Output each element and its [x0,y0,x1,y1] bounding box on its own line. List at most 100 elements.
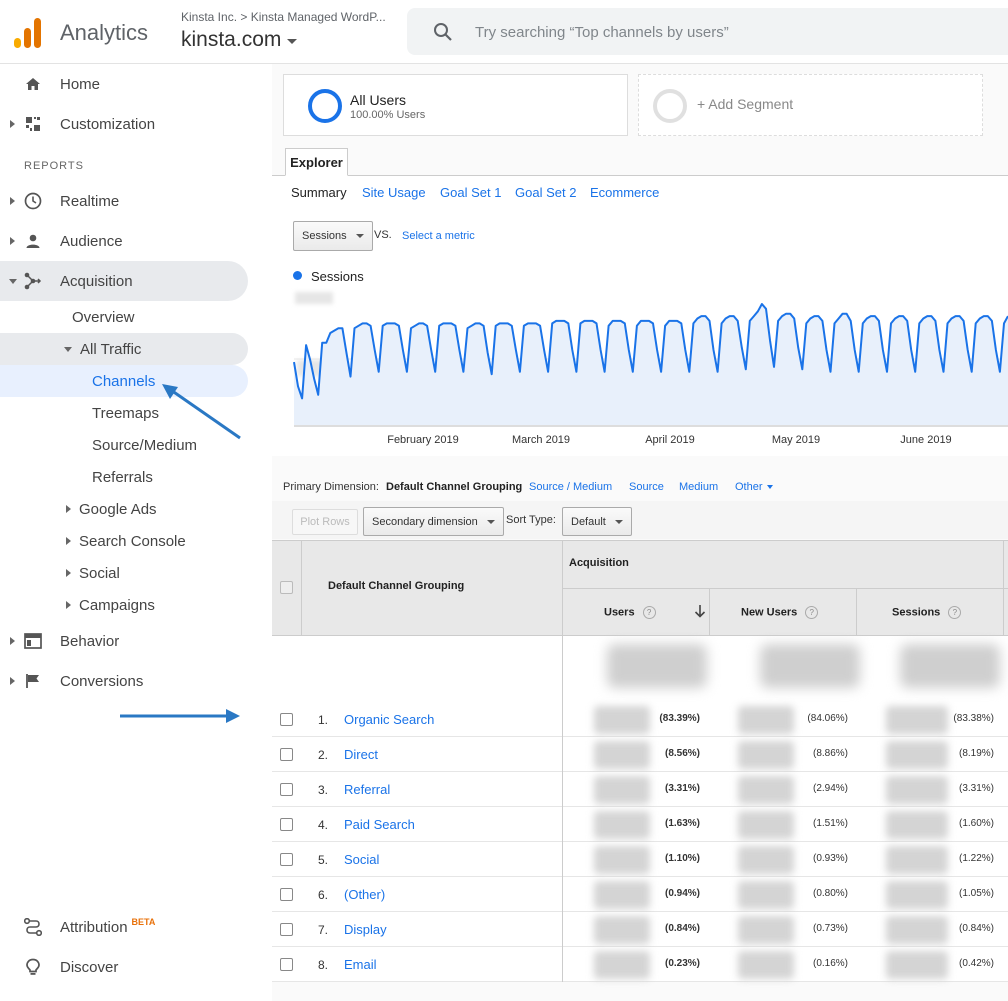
channel-link[interactable]: Paid Search [344,817,415,832]
sort-type-select[interactable]: Default [562,507,632,536]
row-checkbox[interactable] [280,713,293,726]
sort-type-value: Default [571,515,606,528]
sidebar-item-acquisition[interactable]: Acquisition [0,264,248,298]
sidebar-item-customization[interactable]: Customization [0,107,248,141]
new-users-percentage: (84.06%) [807,713,848,724]
channel-link[interactable]: Organic Search [344,712,434,727]
dimension-source[interactable]: Source [629,481,664,493]
flag-icon [24,672,42,690]
row-checkbox[interactable] [280,783,293,796]
channel-link[interactable]: Social [344,852,379,867]
dimension-other-label: Other [735,481,763,493]
expand-icon [10,197,15,205]
channel-link[interactable]: Direct [344,747,378,762]
lightbulb-icon [24,958,42,976]
sidebar-item-social[interactable]: Social [66,558,120,588]
divider [562,636,563,702]
channel-link[interactable]: Email [344,957,377,972]
blurred-new-users-value [738,776,794,804]
sidebar-item-home[interactable]: Home [0,67,248,101]
column-users[interactable]: Users? [604,606,656,619]
expand-icon [10,237,15,245]
account-breadcrumb[interactable]: Kinsta Inc. > Kinsta Managed WordP... [181,10,386,24]
help-icon[interactable]: ? [805,606,819,619]
x-tick-label: June 2019 [900,434,951,446]
search-placeholder: Try searching “Top channels by users” [475,24,729,41]
row-number: 5. [318,853,329,867]
row-number: 8. [318,958,329,972]
blurred-users-value [594,916,650,944]
new-users-percentage: (2.94%) [812,783,848,794]
sidebar-item-label: Realtime [60,192,120,210]
dimension-source-medium[interactable]: Source / Medium [529,481,612,493]
expand-icon [10,120,15,128]
select-all-checkbox[interactable] [280,581,293,594]
sessions-percentage: (1.60%) [958,818,994,829]
row-checkbox[interactable] [280,748,293,761]
chevron-down-icon [486,519,495,524]
sidebar-item-label: Audience [60,232,123,250]
dimension-other[interactable]: Other [735,481,773,493]
channel-link[interactable]: Referral [344,782,390,797]
column-sessions-label: Sessions [892,606,941,619]
sidebar-item-campaigns[interactable]: Campaigns [66,590,155,620]
sidebar-item-all-traffic[interactable]: All Traffic [64,334,141,364]
channel-link[interactable]: (Other) [344,887,385,902]
divider [562,947,563,982]
sidebar-item-referrals[interactable]: Referrals [92,462,153,492]
divider [562,772,563,807]
help-icon[interactable]: ? [642,606,656,619]
sidebar-item-behavior[interactable]: Behavior [0,624,248,658]
sidebar-item-channels[interactable]: Channels [92,366,155,396]
sidebar-item-google-ads[interactable]: Google Ads [66,494,157,524]
expand-icon [10,637,15,645]
search-input[interactable]: Try searching “Top channels by users” [407,8,1008,55]
blurred-total-users [607,644,707,688]
table-row: 8. Email (0.23%) (0.16%) (0.42%) [272,947,1008,982]
dimension-medium[interactable]: Medium [679,481,718,493]
row-checkbox[interactable] [280,923,293,936]
sessions-percentage: (1.05%) [958,888,994,899]
sort-type-label: Sort Type: [506,514,556,526]
sidebar-item-search-console[interactable]: Search Console [66,526,186,556]
sidebar-item-attribution[interactable]: Attribution BETA [0,910,248,944]
sidebar-item-audience[interactable]: Audience [0,224,248,258]
property-selector[interactable]: kinsta.com [181,28,298,52]
blurred-users-value [594,741,650,769]
sidebar-item-discover[interactable]: Discover [0,950,248,984]
dimension-column-header[interactable]: Default Channel Grouping [328,580,464,592]
divider [562,807,563,842]
analytics-logo[interactable] [14,16,42,48]
blurred-sessions-value [886,916,948,944]
acquisition-icon [24,272,42,290]
table-row: 6. (Other) (0.94%) (0.80%) (1.05%) [272,877,1008,912]
divider [562,702,563,737]
sessions-percentage: (83.38%) [953,713,994,724]
table-row: 2. Direct (8.56%) (8.86%) (8.19%) [272,737,1008,772]
sidebar-item-conversions[interactable]: Conversions [0,664,248,698]
help-icon[interactable]: ? [948,606,962,619]
row-checkbox[interactable] [280,888,293,901]
top-bar: Analytics Kinsta Inc. > Kinsta Managed W… [0,0,1008,64]
column-new-users[interactable]: New Users? [741,606,819,619]
sidebar-item-overview[interactable]: Overview [72,302,135,332]
blurred-users-value [594,706,650,734]
sessions-percentage: (1.22%) [958,853,994,864]
users-percentage: (0.84%) [664,923,700,934]
users-percentage: (0.23%) [664,958,700,969]
blurred-users-value [594,881,650,909]
row-checkbox[interactable] [280,958,293,971]
sidebar-item-treemaps[interactable]: Treemaps [92,398,159,428]
sort-arrow-down-icon[interactable] [694,604,706,618]
secondary-dimension-select[interactable]: Secondary dimension [363,507,504,536]
chevron-down-icon [287,39,298,44]
sidebar-item-realtime[interactable]: Realtime [0,184,248,218]
sidebar-item-source-medium[interactable]: Source/Medium [92,430,197,460]
row-checkbox[interactable] [280,853,293,866]
blurred-total-sessions [900,644,1000,688]
row-checkbox[interactable] [280,818,293,831]
x-tick-label: May 2019 [772,434,820,446]
channel-link[interactable]: Display [344,922,387,937]
plot-rows-button[interactable]: Plot Rows [292,509,358,535]
column-sessions[interactable]: Sessions? [892,606,962,619]
